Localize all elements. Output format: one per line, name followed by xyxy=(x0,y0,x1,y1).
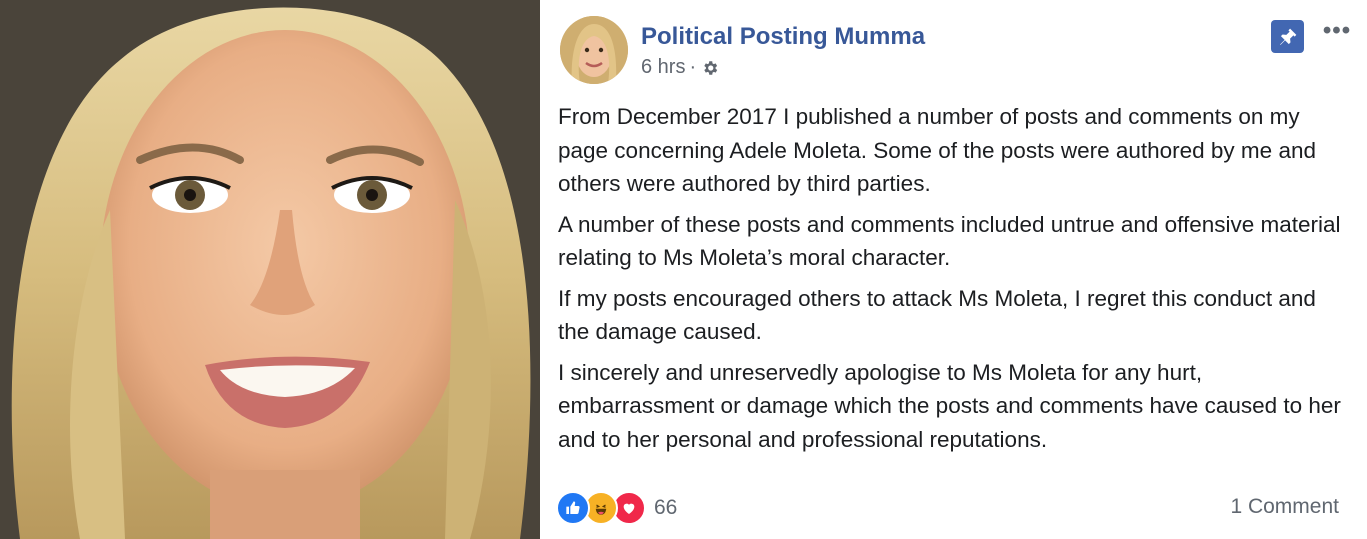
author-avatar[interactable] xyxy=(560,16,628,84)
comment-count-link[interactable]: 1 Comment xyxy=(1230,495,1339,519)
post-paragraph: If my posts encouraged others to attack … xyxy=(558,285,1316,345)
pin-icon[interactable] xyxy=(1271,20,1304,53)
reaction-count: 66 xyxy=(654,496,678,519)
profile-photo xyxy=(0,0,540,539)
author-name-link[interactable]: Political Posting Mumma xyxy=(641,23,925,51)
facebook-post: Political Posting Mumma 6 hrs · ••• From… xyxy=(540,0,1367,539)
more-options-icon[interactable]: ••• xyxy=(1320,17,1354,44)
post-timestamp[interactable]: 6 hrs xyxy=(641,56,685,79)
post-body: From December 2017 I published a number … xyxy=(558,100,1353,463)
post-paragraph: A number of these posts and comments inc… xyxy=(558,211,1341,271)
post-paragraph: From December 2017 I published a number … xyxy=(558,104,1316,196)
reaction-summary[interactable]: 66 xyxy=(556,491,677,525)
gear-icon[interactable] xyxy=(700,58,720,78)
meta-separator: · xyxy=(689,56,697,78)
post-meta: 6 hrs · xyxy=(641,56,720,79)
post-paragraph: I sincerely and unreservedly apologise t… xyxy=(558,359,1341,452)
like-reaction-icon xyxy=(556,491,590,525)
